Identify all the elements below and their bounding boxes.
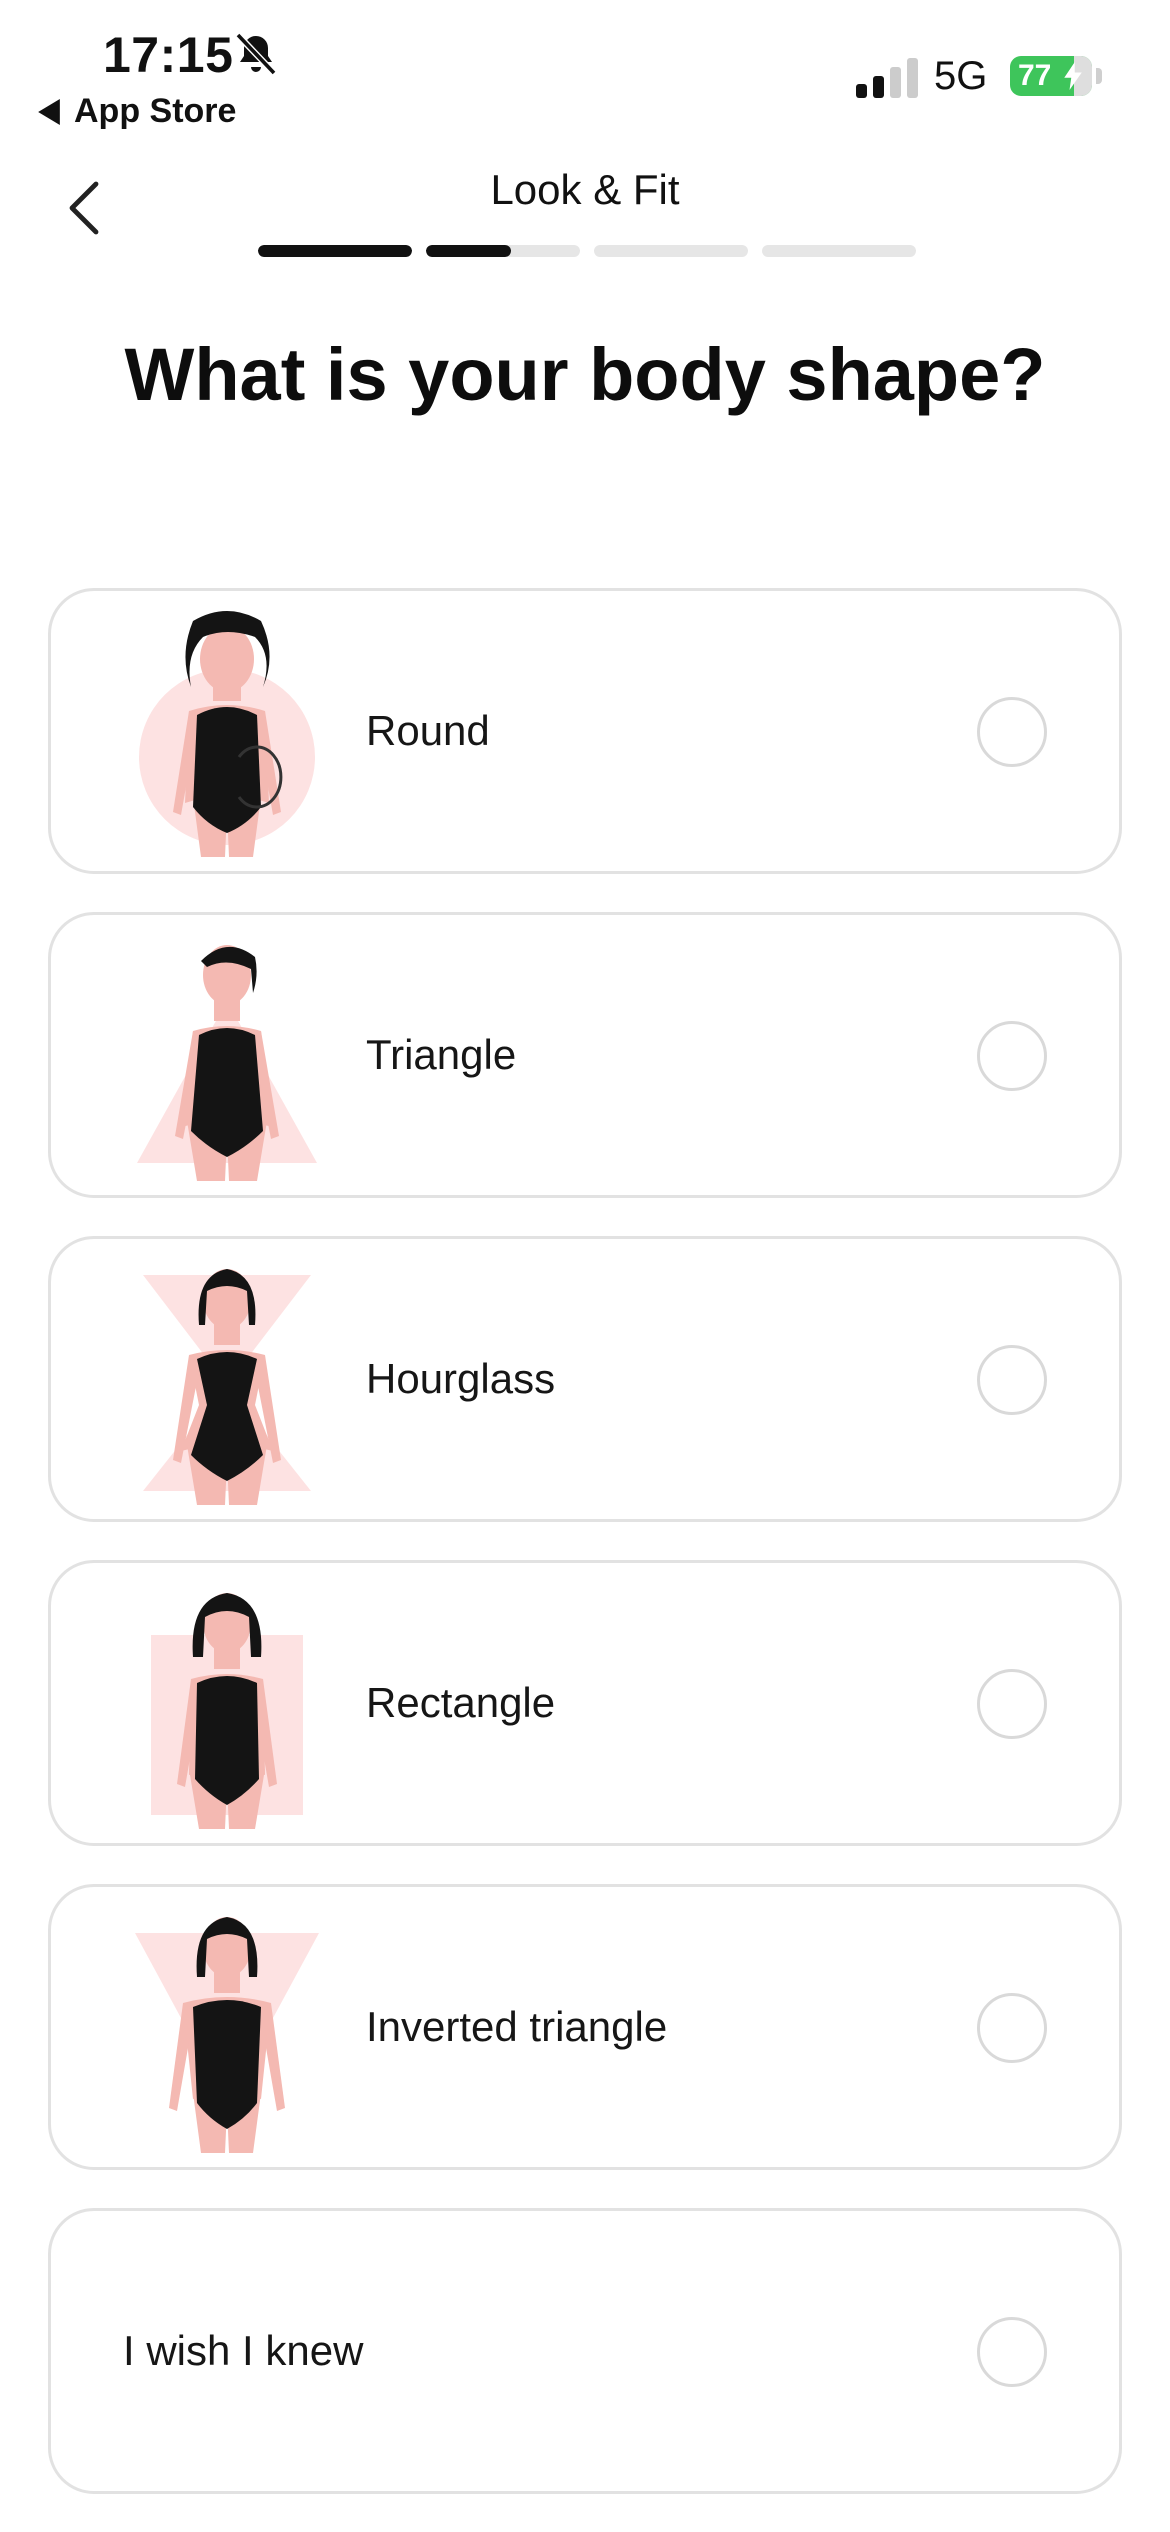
- progress-segment: [762, 245, 916, 257]
- progress-segment: [594, 245, 748, 257]
- back-to-app-store[interactable]: App Store: [38, 92, 236, 131]
- radio-button[interactable]: [977, 1669, 1047, 1739]
- option-label: Round: [366, 707, 490, 754]
- network-type: 5G: [934, 54, 988, 98]
- battery-level: 77: [1018, 59, 1052, 92]
- header-title: Look & Fit: [490, 166, 680, 213]
- screen: 17:15 App Store 5G 77 Look & Fit What is…: [0, 0, 1170, 2532]
- cellular-signal-icon: [856, 58, 918, 98]
- option-hourglass[interactable]: Hourglass: [48, 1236, 1122, 1522]
- back-triangle-icon: [38, 98, 60, 125]
- radio-button[interactable]: [977, 697, 1047, 767]
- option-round[interactable]: Round: [48, 588, 1122, 874]
- option-i-wish-i-knew[interactable]: I wish I knew: [48, 2208, 1122, 2494]
- option-rectangle[interactable]: Rectangle: [48, 1560, 1122, 1846]
- option-label: Inverted triangle: [366, 2003, 668, 2050]
- radio-button[interactable]: [977, 1345, 1047, 1415]
- bell-slash-icon: [235, 32, 277, 76]
- rectangle-body-shape-icon: [151, 1593, 303, 1829]
- status-bar: 17:15 App Store 5G 77: [0, 0, 1170, 140]
- back-app-label: App Store: [74, 92, 237, 130]
- option-triangle[interactable]: Triangle: [48, 912, 1122, 1198]
- battery-cap: [1096, 68, 1102, 84]
- round-body-shape-icon: [139, 611, 315, 857]
- body-shape-options: Round Triangle Hourglass Rectangle Inver…: [48, 588, 1122, 2532]
- option-label: I wish I knew: [123, 2327, 364, 2374]
- progress-segment: [426, 245, 580, 257]
- progress-segment: [258, 245, 412, 257]
- inverted-triangle-body-shape-icon: [135, 1917, 319, 2153]
- hourglass-body-shape-icon: [143, 1269, 311, 1505]
- page-title: What is your body shape?: [124, 333, 1046, 416]
- triangle-body-shape-icon: [137, 945, 317, 1181]
- radio-button[interactable]: [977, 1021, 1047, 1091]
- status-time: 17:15: [103, 27, 234, 83]
- progress-bar: [258, 245, 916, 257]
- radio-button[interactable]: [977, 1993, 1047, 2063]
- battery-icon: 77: [1010, 56, 1092, 96]
- option-label: Hourglass: [366, 1355, 556, 1402]
- option-inverted-triangle[interactable]: Inverted triangle: [48, 1884, 1122, 2170]
- option-label: Triangle: [366, 1031, 517, 1078]
- charging-bolt-icon: [1064, 62, 1082, 90]
- radio-button[interactable]: [977, 2317, 1047, 2387]
- option-label: Rectangle: [366, 1679, 556, 1726]
